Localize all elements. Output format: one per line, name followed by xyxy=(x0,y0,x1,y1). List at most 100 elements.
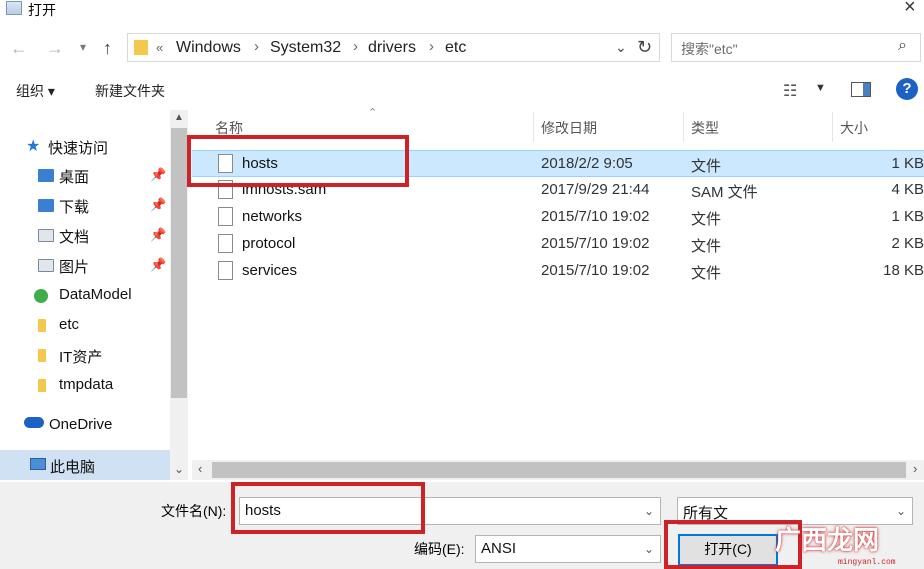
desktop-icon xyxy=(38,169,54,182)
new-folder-button[interactable]: 新建文件夹 xyxy=(95,81,165,101)
column-divider[interactable] xyxy=(683,112,684,142)
folder-icon xyxy=(38,349,46,362)
file-icon xyxy=(218,261,233,280)
nav-item-label: etc xyxy=(59,316,80,333)
help-icon[interactable]: ? xyxy=(896,78,918,100)
breadcrumb-overflow[interactable]: « xyxy=(156,40,163,55)
nav-item-label: 桌面 xyxy=(59,169,90,186)
scroll-down-icon[interactable]: ⌄ xyxy=(174,462,184,476)
cloud-icon xyxy=(24,417,44,428)
watermark-url: mingyanl.com xyxy=(838,558,896,567)
pictures-icon xyxy=(38,259,54,272)
file-modified: 2015/7/10 19:02 xyxy=(541,208,650,225)
preview-pane-icon[interactable] xyxy=(851,82,871,97)
search-placeholder: 搜索"etc" xyxy=(681,41,738,57)
file-modified: 2015/7/10 19:02 xyxy=(541,235,650,252)
file-size: 1 KB xyxy=(891,208,924,225)
scroll-right-icon[interactable]: › xyxy=(913,461,917,476)
file-type: 文件 xyxy=(691,265,722,282)
file-name: protocol xyxy=(242,235,296,252)
nav-item-label: 快速访问 xyxy=(48,140,109,157)
nav-item-documents[interactable]: 文档 📌 xyxy=(0,221,170,249)
nav-item-label: IT资产 xyxy=(59,349,103,366)
column-modified[interactable]: 修改日期 xyxy=(541,118,597,138)
search-icon[interactable]: ⌕ xyxy=(898,37,907,55)
forward-arrow-icon[interactable]: → xyxy=(46,38,64,59)
breadcrumb-etc[interactable]: etc xyxy=(445,39,466,57)
address-bar[interactable]: « Windows › System32 › drivers › etc ⌄ ↻ xyxy=(127,33,660,62)
nav-item-it-assets[interactable]: IT资产 xyxy=(0,341,170,369)
search-input[interactable]: 搜索"etc" ⌕ xyxy=(671,33,921,62)
nav-item-label: 此电脑 xyxy=(50,459,96,476)
file-type: 文件 xyxy=(691,238,722,255)
nav-item-datamodel[interactable]: DataModel xyxy=(0,281,170,309)
scroll-up-icon[interactable]: ▲ xyxy=(174,112,184,123)
file-row-protocol[interactable]: protocol 2015/7/10 19:02 文件 2 KB xyxy=(192,231,924,258)
nav-item-label: 图片 xyxy=(59,259,90,276)
breadcrumb-system32[interactable]: System32 xyxy=(270,39,341,57)
file-size: 18 KB xyxy=(883,262,924,279)
nav-item-downloads[interactable]: 下载 📌 xyxy=(0,191,170,219)
recent-locations-chevron-icon[interactable]: ▾ xyxy=(80,40,86,54)
view-options-icon[interactable]: ☷ xyxy=(783,81,797,101)
breadcrumb-separator: › xyxy=(254,38,259,55)
view-chevron-down-icon[interactable]: ▼ xyxy=(815,82,826,94)
file-size: 4 KB xyxy=(891,181,924,198)
file-size: 2 KB xyxy=(891,235,924,252)
breadcrumb-separator: › xyxy=(353,38,358,55)
notepad-icon xyxy=(6,1,22,15)
breadcrumb-windows[interactable]: Windows xyxy=(176,39,241,57)
file-type: 文件 xyxy=(691,158,722,175)
pin-icon[interactable]: 📌 xyxy=(150,167,166,183)
nav-this-pc[interactable]: 此电脑 xyxy=(0,450,170,480)
column-size[interactable]: 大小 xyxy=(840,118,868,138)
nav-item-desktop[interactable]: 桌面 📌 xyxy=(0,161,170,189)
column-divider[interactable] xyxy=(533,112,534,142)
nav-quick-access[interactable]: ★ 快速访问 xyxy=(0,132,170,160)
refresh-icon[interactable]: ↻ xyxy=(637,37,652,58)
nav-item-etc[interactable]: etc xyxy=(0,311,170,339)
up-arrow-icon[interactable]: ↑ xyxy=(103,38,112,59)
nav-item-label: tmpdata xyxy=(59,376,114,393)
file-modified: 2015/7/10 19:02 xyxy=(541,262,650,279)
title-bar: 打开 × xyxy=(0,0,924,30)
window-title: 打开 xyxy=(28,2,56,18)
encoding-value: ANSI xyxy=(481,540,517,557)
pin-icon[interactable]: 📌 xyxy=(150,257,166,273)
nav-onedrive[interactable]: OneDrive xyxy=(0,411,170,439)
highlight-box-hosts-file xyxy=(187,135,409,187)
open-file-dialog: 打开 × ← → ▾ ↑ « Windows › System32 › driv… xyxy=(0,0,924,569)
encoding-label: 编码(E): xyxy=(414,541,465,557)
column-divider[interactable] xyxy=(832,112,833,142)
nav-item-pictures[interactable]: 图片 📌 xyxy=(0,251,170,279)
computer-icon xyxy=(30,458,46,470)
nav-scrollbar-thumb[interactable] xyxy=(171,128,187,398)
breadcrumb-drivers[interactable]: drivers xyxy=(368,39,416,57)
file-icon xyxy=(218,207,233,226)
filename-label: 文件名(N): xyxy=(161,503,227,519)
nav-item-tmpdata[interactable]: tmpdata xyxy=(0,371,170,399)
file-type: 文件 xyxy=(691,211,722,228)
chevron-down-icon[interactable]: ⌄ xyxy=(615,39,627,56)
pin-icon[interactable]: 📌 xyxy=(150,227,166,243)
chevron-down-icon[interactable]: ⌄ xyxy=(644,542,654,556)
close-icon[interactable]: × xyxy=(904,0,916,19)
chevron-down-icon[interactable]: ⌄ xyxy=(896,504,906,518)
nav-item-label: OneDrive xyxy=(49,416,113,433)
download-icon xyxy=(38,199,54,212)
file-list-scrollbar-thumb[interactable] xyxy=(212,462,906,478)
file-row-services[interactable]: services 2015/7/10 19:02 文件 18 KB xyxy=(192,258,924,285)
column-type[interactable]: 类型 xyxy=(691,118,719,138)
sync-folder-icon xyxy=(34,289,48,303)
encoding-select[interactable]: ANSI ⌄ xyxy=(475,535,661,563)
scroll-left-icon[interactable]: ‹ xyxy=(198,461,202,476)
back-arrow-icon[interactable]: ← xyxy=(10,38,28,59)
nav-item-label: DataModel xyxy=(59,286,132,303)
pin-icon[interactable]: 📌 xyxy=(150,197,166,213)
watermark-logo: 广西龙网 xyxy=(775,525,880,555)
file-icon xyxy=(218,234,233,253)
organize-button[interactable]: 组织 ▾ xyxy=(16,81,55,101)
file-row-networks[interactable]: networks 2015/7/10 19:02 文件 1 KB xyxy=(192,204,924,231)
file-modified: 2017/9/29 21:44 xyxy=(541,181,650,198)
chevron-down-icon[interactable]: ⌄ xyxy=(644,504,654,518)
